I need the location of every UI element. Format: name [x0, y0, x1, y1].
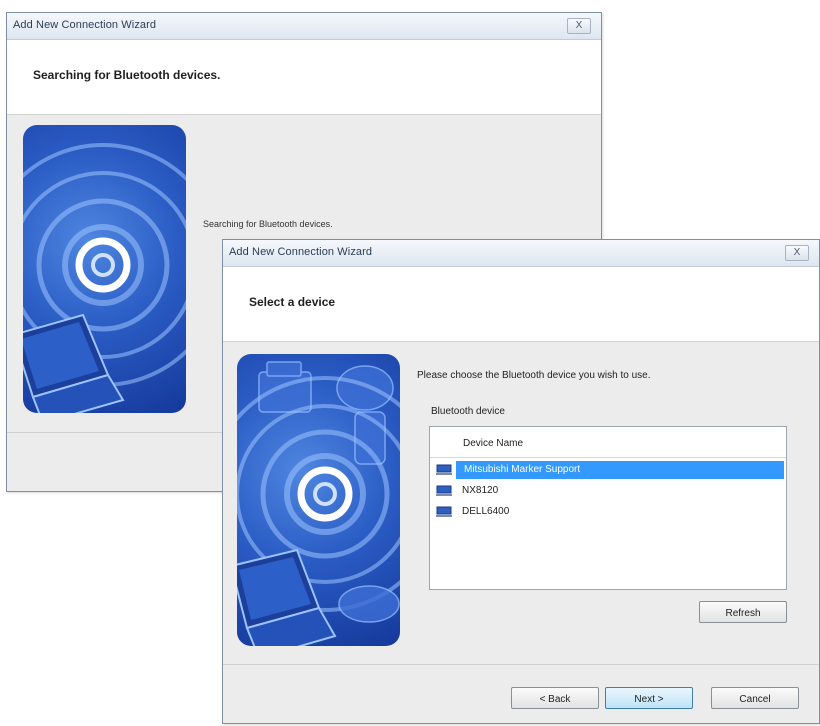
device-name: Mitsubishi Marker Support [464, 464, 581, 475]
list-item[interactable]: Mitsubishi Marker Support [432, 461, 784, 479]
refresh-button[interactable]: Refresh [699, 601, 787, 623]
device-list[interactable]: Device Name Mitsubishi Marker Support NX… [429, 426, 787, 590]
device-group-label: Bluetooth device [431, 406, 505, 417]
back-button[interactable]: < Back [511, 687, 599, 709]
column-header-label: Device Name [463, 438, 524, 449]
bluetooth-illustration [23, 125, 186, 413]
select-device-wizard-window: Add New Connection Wizard X Select a dev… [222, 239, 820, 724]
wizard-footer: < Back Next > Cancel [223, 664, 819, 723]
close-button[interactable]: X [567, 18, 591, 34]
list-item[interactable]: DELL6400 [432, 503, 784, 521]
column-header-device-name[interactable]: Device Name [430, 427, 786, 458]
device-name: NX8120 [462, 485, 499, 496]
wizard-header: Searching for Bluetooth devices. [7, 40, 601, 115]
close-button[interactable]: X [785, 245, 809, 261]
device-name: DELL6400 [462, 506, 510, 517]
cancel-button[interactable]: Cancel [711, 687, 799, 709]
wizard-header: Select a device [223, 267, 819, 342]
instruction-text: Please choose the Bluetooth device you w… [417, 370, 651, 381]
bluetooth-signal-laptop-illustration [23, 143, 186, 413]
window-title: Add New Connection Wizard [13, 19, 157, 31]
wizard-heading: Searching for Bluetooth devices. [33, 68, 221, 82]
list-item[interactable]: NX8120 [432, 482, 784, 500]
next-button[interactable]: Next > [605, 687, 693, 709]
computer-icon [436, 464, 452, 475]
window-title: Add New Connection Wizard [229, 246, 373, 258]
search-status-text: Searching for Bluetooth devices. [203, 219, 333, 229]
bluetooth-illustration [237, 354, 400, 646]
title-bar[interactable]: Add New Connection Wizard X [7, 13, 601, 40]
bluetooth-signal-devices-illustration [237, 361, 400, 646]
title-bar[interactable]: Add New Connection Wizard X [223, 240, 819, 267]
wizard-heading: Select a device [249, 295, 336, 309]
computer-icon [436, 485, 452, 496]
computer-icon [436, 506, 452, 517]
